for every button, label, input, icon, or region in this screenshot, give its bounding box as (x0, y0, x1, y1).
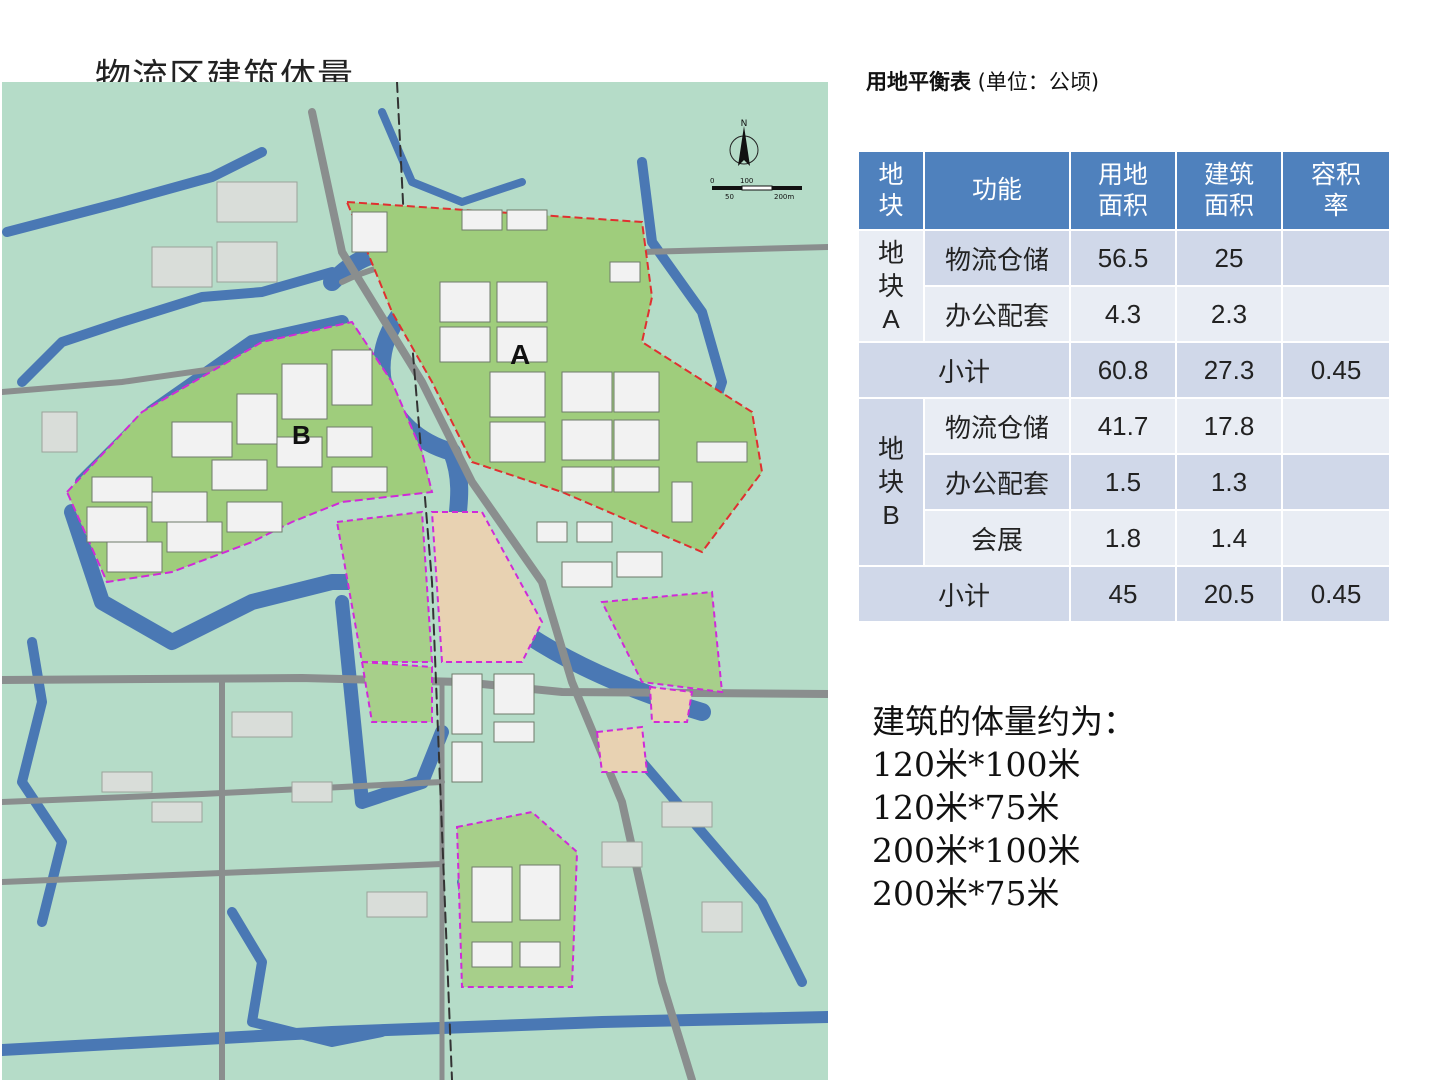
row-land: 45 (1069, 565, 1177, 623)
row-land: 60.8 (1069, 341, 1177, 399)
header-far: 容积 率 (1281, 150, 1391, 231)
row-function: 办公配套 (923, 285, 1071, 343)
row-land: 1.8 (1069, 509, 1177, 567)
block-a-cell: 地 块 A (857, 229, 925, 343)
svg-text:200m: 200m (774, 193, 794, 201)
table-caption-title: 用地平衡表 (866, 70, 971, 94)
row-far (1281, 285, 1391, 343)
row-land: 41.7 (1069, 397, 1177, 455)
table-row: 办公配套 4.3 2.3 (858, 285, 1391, 343)
block-b-cell: 地 块 B (857, 397, 925, 567)
row-far (1281, 509, 1391, 567)
row-land: 1.5 (1069, 453, 1177, 511)
table-row-subtotal: 小计 60.8 27.3 0.45 (857, 341, 1391, 399)
note-heading: 建筑的体量约为： (872, 702, 1136, 741)
row-function: 小计 (857, 341, 1071, 399)
table-caption: 用地平衡表 (单位：公顷) (866, 66, 1099, 96)
table-row: 会展 1.8 1.4 (858, 509, 1391, 567)
row-function: 物流仓储 (923, 229, 1071, 287)
header-function: 功能 (923, 150, 1071, 231)
note-line: 200米*100米 (872, 831, 1081, 870)
table-header-row: 地 块 功能 用地 面积 建筑 面积 容积 率 (857, 150, 1391, 231)
row-building: 1.4 (1175, 509, 1283, 567)
table-row-subtotal: 小计 45 20.5 0.45 (857, 565, 1391, 623)
table-caption-unit: (单位：公顷) (971, 70, 1100, 94)
svg-text:50: 50 (725, 193, 734, 201)
block-a-label: A (510, 339, 530, 370)
note-line: 200米*75米 (872, 874, 1060, 913)
row-building: 25 (1175, 229, 1283, 287)
row-building: 27.3 (1175, 341, 1283, 399)
row-function: 会展 (923, 509, 1071, 567)
block-b-label: B (292, 420, 311, 450)
building-size-note: 建筑的体量约为： 120米*100米 120米*75米 200米*100米 20… (872, 700, 1136, 915)
site-plan-map: A B N 0 50 100 200m (2, 82, 828, 1080)
row-function: 办公配套 (923, 453, 1071, 511)
row-function: 物流仓储 (923, 397, 1071, 455)
table-row: 地 块 A 物流仓储 56.5 25 (857, 229, 1391, 343)
land-balance-table: 地 块 功能 用地 面积 建筑 面积 容积 率 地 块 A 物流仓储 56.5 … (857, 150, 1391, 623)
svg-text:0: 0 (710, 177, 714, 185)
row-far (1281, 397, 1391, 455)
row-building: 17.8 (1175, 397, 1283, 455)
row-far: 0.45 (1281, 565, 1391, 623)
row-far (1281, 453, 1391, 511)
row-building: 1.3 (1175, 453, 1283, 511)
row-far: 0.45 (1281, 341, 1391, 399)
header-land-area: 用地 面积 (1069, 150, 1177, 231)
row-building: 2.3 (1175, 285, 1283, 343)
row-function: 小计 (857, 565, 1071, 623)
row-far (1281, 229, 1391, 287)
table-row: 地 块 B 物流仓储 41.7 17.8 (857, 397, 1391, 567)
header-building-area: 建筑 面积 (1175, 150, 1283, 231)
svg-text:100: 100 (740, 177, 753, 185)
note-line: 120米*75米 (872, 788, 1060, 827)
svg-text:N: N (741, 119, 748, 129)
table-row: 办公配套 1.5 1.3 (858, 453, 1391, 511)
note-line: 120米*100米 (872, 745, 1081, 784)
row-building: 20.5 (1175, 565, 1283, 623)
row-land: 4.3 (1069, 285, 1177, 343)
header-block: 地 块 (857, 150, 925, 231)
row-land: 56.5 (1069, 229, 1177, 287)
